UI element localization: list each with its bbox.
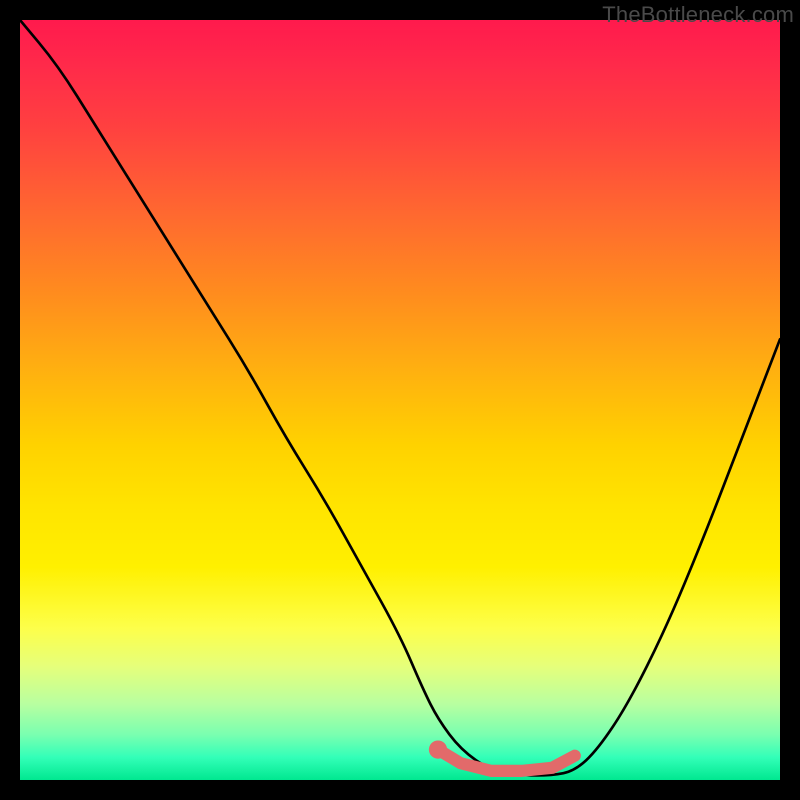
bottleneck-curve-path xyxy=(20,20,780,775)
watermark-text: TheBottleneck.com xyxy=(602,2,794,28)
chart-svg xyxy=(20,20,780,780)
optimal-band-path xyxy=(438,750,575,771)
optimal-start-dot xyxy=(429,740,447,758)
